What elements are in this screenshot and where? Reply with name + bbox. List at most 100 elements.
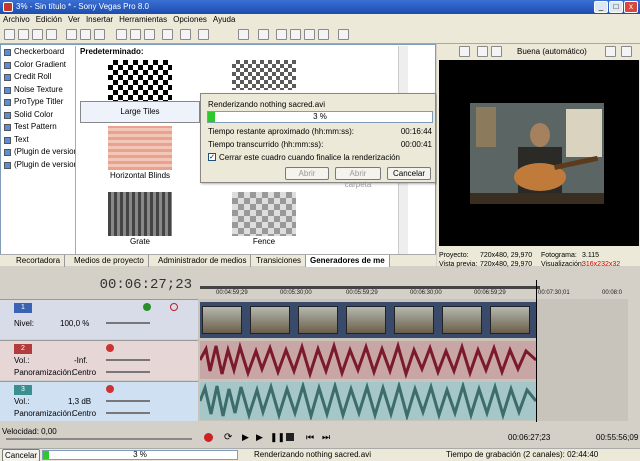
audio-track-2-header[interactable]: 2 Vol.: -Inf. Panoramización: Centro	[0, 340, 198, 380]
save-icon[interactable]	[32, 29, 43, 40]
preset-label: Grate	[129, 237, 150, 246]
loop-region-bar[interactable]	[200, 286, 540, 289]
open-folder-button[interactable]: Abrir carpeta	[335, 167, 381, 189]
render-icon[interactable]	[66, 29, 77, 40]
list-item[interactable]: Test Pattern	[2, 121, 75, 134]
list-item[interactable]: Color Gradient	[2, 59, 75, 72]
waveform-3	[198, 380, 538, 422]
minimize-button[interactable]: _	[594, 1, 608, 13]
explorer-icon[interactable]	[80, 29, 91, 40]
status-record-time: Tiempo de grabación (2 canales): 02:44:4…	[446, 450, 599, 459]
menu-insertar[interactable]: Insertar	[83, 14, 116, 26]
volume-slider[interactable]	[106, 359, 150, 361]
copy-icon[interactable]	[130, 29, 141, 40]
list-item[interactable]: Solid Color	[2, 109, 75, 122]
stop-icon[interactable]	[286, 433, 294, 441]
menu-edicion[interactable]: Edición	[33, 14, 65, 26]
tab-medios-proyecto[interactable]: Medios de proyecto	[70, 255, 149, 267]
preview-properties-icon[interactable]	[459, 46, 470, 57]
track-fx-icon[interactable]	[143, 303, 151, 311]
mute-icon[interactable]	[170, 303, 178, 311]
close-when-done-checkbox[interactable]: ✓	[208, 153, 216, 161]
tab-administrador-medios[interactable]: Administrador de medios	[154, 255, 252, 267]
menu-ver[interactable]: Ver	[65, 14, 83, 26]
list-item[interactable]: (Plugin de versione	[2, 146, 75, 159]
audio-track-3-header[interactable]: 3 Vol.: 1,3 dB Panoramización: Centro	[0, 381, 198, 421]
record-arm-icon[interactable]	[106, 344, 114, 352]
audio-event-track-2[interactable]	[198, 340, 538, 380]
record-icon[interactable]	[204, 433, 213, 442]
overlays-icon[interactable]	[605, 46, 616, 57]
list-item[interactable]: Noise Texture	[2, 84, 75, 97]
menu-herramientas[interactable]: Herramientas	[116, 14, 170, 26]
redo-icon[interactable]	[180, 29, 191, 40]
split-screen-icon[interactable]	[491, 46, 502, 57]
go-to-end-icon[interactable]: ⏭	[322, 432, 330, 443]
cancel-render-button[interactable]: Cancelar	[387, 167, 431, 180]
preset-label: Horizontal Blinds	[109, 171, 171, 180]
preset-thumbnail[interactable]	[232, 60, 296, 90]
menu-bar: Archivo Edición Ver Insertar Herramientas Opc…	[0, 14, 640, 26]
tab-transiciones[interactable]: Transiciones	[252, 255, 307, 267]
preset-large-tiles[interactable]	[108, 60, 172, 104]
open-button[interactable]: Abrir	[285, 167, 329, 180]
trimmer-icon[interactable]	[94, 29, 105, 40]
snap-icon[interactable]	[238, 29, 249, 40]
video-frame	[442, 306, 482, 334]
menu-archivo[interactable]: Archivo	[0, 14, 33, 26]
preset-horizontal-blinds[interactable]	[108, 126, 172, 170]
render-progress-dialog: Renderizando nothing sacred.avi 3 % Tiem…	[200, 93, 436, 189]
list-item[interactable]: (Plugin de versione	[2, 159, 75, 172]
list-item[interactable]: Text	[2, 134, 75, 147]
snapshot-icon[interactable]	[621, 46, 632, 57]
generator-list: Checkerboard Color Gradient Credit Roll …	[2, 46, 76, 256]
plugin-icon	[4, 86, 11, 94]
properties-icon[interactable]	[46, 29, 57, 40]
video-event[interactable]	[200, 302, 536, 338]
external-monitor-icon[interactable]	[477, 46, 488, 57]
pause-icon[interactable]: ❚❚	[270, 432, 285, 443]
close-button[interactable]: x	[624, 1, 638, 13]
audio-event-track-3[interactable]	[198, 380, 538, 422]
pan-slider[interactable]	[106, 371, 150, 373]
dialog-title: Renderizando nothing sacred.avi	[208, 100, 325, 109]
volume-slider[interactable]	[106, 400, 150, 402]
pan-slider[interactable]	[106, 412, 150, 414]
preset-grate[interactable]	[108, 192, 172, 236]
preview-quality-select[interactable]: Buena (automático)	[517, 47, 587, 56]
close-when-done-row: ✓ Cerrar este cuadro cuando finalice la …	[208, 153, 400, 162]
list-item[interactable]: ProType Titler	[2, 96, 75, 109]
timeline-ruler[interactable]: 00:04:59;29 00:05:30;00 00:05:59;29 00:0…	[198, 273, 628, 299]
tab-generadores-medios[interactable]: Generadores de me	[306, 255, 390, 267]
undo-icon[interactable]	[162, 29, 173, 40]
menu-opciones[interactable]: Opciones	[170, 14, 210, 26]
open-icon[interactable]	[18, 29, 29, 40]
menu-ayuda[interactable]: Ayuda	[210, 14, 239, 26]
video-track-header[interactable]: 1 Nivel: 100,0 %	[0, 299, 198, 339]
cut-icon[interactable]	[116, 29, 127, 40]
paste-icon[interactable]	[144, 29, 155, 40]
velocity-slider[interactable]	[6, 438, 192, 440]
maximize-button[interactable]: □	[609, 1, 623, 13]
selection-tool-icon[interactable]	[304, 29, 315, 40]
new-icon[interactable]	[4, 29, 15, 40]
list-item[interactable]: Credit Roll	[2, 71, 75, 84]
list-item[interactable]: Checkerboard	[2, 46, 75, 59]
help-icon[interactable]	[338, 29, 349, 40]
status-cancel-button[interactable]: Cancelar	[2, 449, 40, 461]
preset-fence[interactable]	[232, 192, 296, 236]
plugin-icon	[4, 111, 11, 119]
zoom-tool-icon[interactable]	[318, 29, 329, 40]
envelope-tool-icon[interactable]	[290, 29, 301, 40]
record-arm-icon[interactable]	[106, 385, 114, 393]
playhead-cursor[interactable]	[536, 280, 537, 422]
auto-ripple-icon[interactable]	[198, 29, 209, 40]
normal-edit-tool-icon[interactable]	[276, 29, 287, 40]
loop-icon[interactable]: ⟳	[224, 432, 232, 443]
level-slider[interactable]	[106, 322, 150, 324]
play-icon[interactable]: ▶	[256, 432, 263, 443]
lock-envelope-icon[interactable]	[258, 29, 269, 40]
go-to-start-icon[interactable]: ⏮	[306, 432, 314, 443]
play-from-start-icon[interactable]: ▶	[242, 432, 249, 443]
tab-recortadora[interactable]: Recortadora	[12, 255, 66, 267]
